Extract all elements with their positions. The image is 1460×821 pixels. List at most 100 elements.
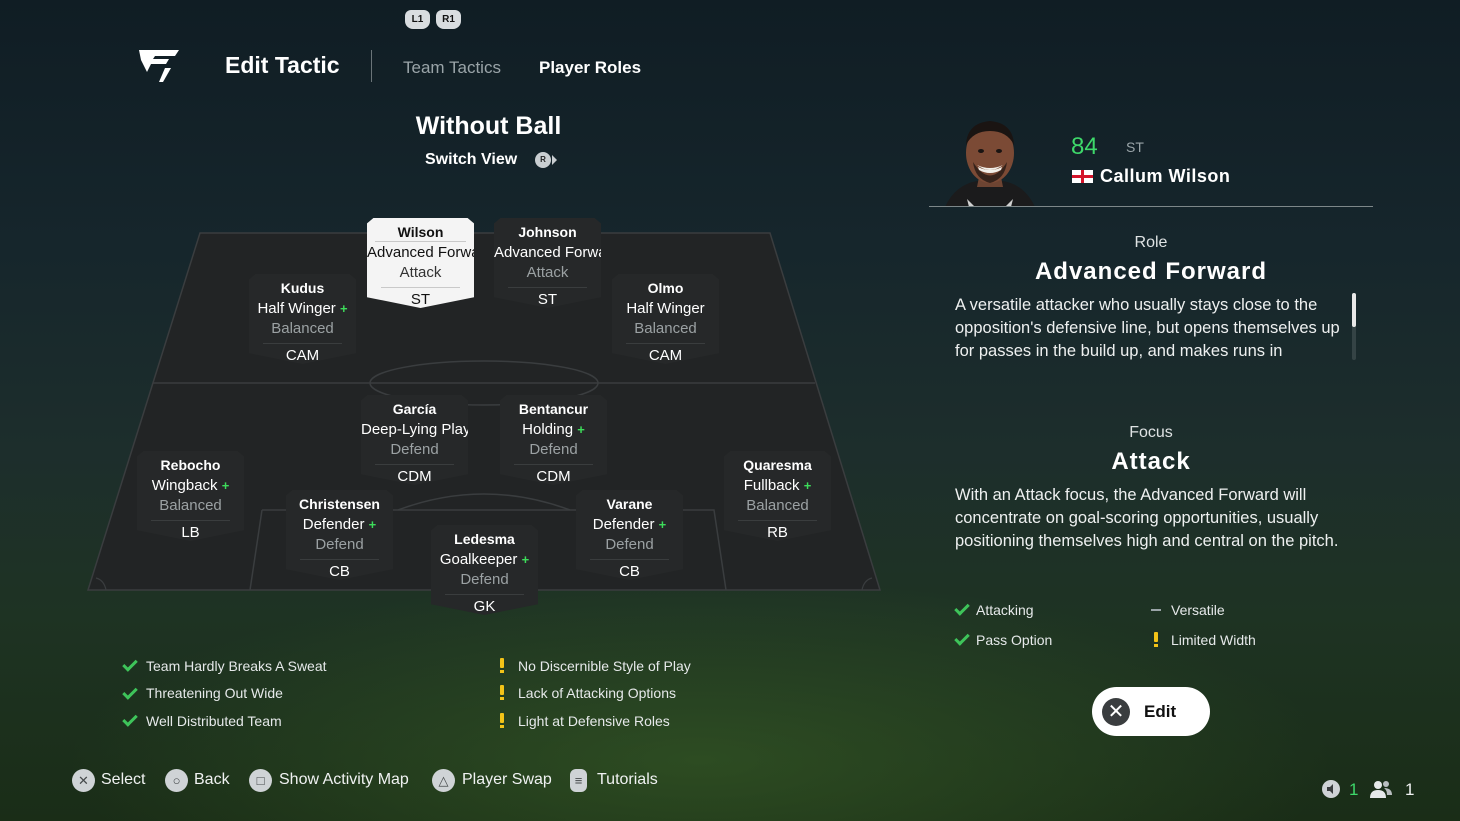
player-card[interactable]: Bentancur Holding + Defend CDM [500, 395, 607, 485]
player-name: Ledesma [454, 531, 515, 547]
tutorials-hint[interactable]: Tutorials [597, 771, 658, 789]
player-role: Advanced Forward [367, 244, 474, 261]
player-position: GK [445, 594, 524, 615]
player-role: Fullback [743, 477, 800, 494]
player-focus: Attack [399, 264, 442, 281]
player-focus: Defend [529, 441, 578, 458]
chemistry-plus-icon: + [368, 517, 377, 532]
focus-description: With an Attack focus, the Advanced Forwa… [955, 486, 1339, 550]
player-role: Defender [302, 516, 365, 533]
player-card[interactable]: Rebocho Wingback + Balanced LB [137, 451, 244, 541]
player-card[interactable]: Kudus Half Winger + Balanced CAM [249, 274, 356, 364]
check-icon [122, 684, 138, 700]
player-name: Kudus [280, 280, 325, 296]
player-portrait [945, 121, 1035, 207]
check-icon [122, 711, 138, 727]
player-focus: Defend [390, 441, 439, 458]
player-position: CDM [375, 464, 454, 485]
square-button-icon: □ [249, 769, 272, 792]
party-count: 1 [1405, 780, 1415, 799]
player-card[interactable]: Quaresma Fullback + Balanced RB [724, 451, 831, 541]
player-position: CDM [514, 464, 593, 485]
player-card[interactable]: Olmo Half Winger Balanced CAM [612, 274, 719, 364]
role-description: A versatile attacker who usually stays c… [955, 296, 1340, 360]
cross-button-icon: ✕ [1102, 698, 1130, 726]
player-role: Goalkeeper [439, 551, 518, 568]
player-role: Holding [522, 421, 574, 438]
switch-view-label[interactable]: Switch View [425, 151, 517, 169]
role-label: Role [1134, 234, 1168, 251]
role-value: Advanced Forward [1034, 258, 1268, 285]
warning-icon [500, 713, 504, 728]
player-position: LB [151, 520, 230, 541]
voice-count: 1 [1349, 780, 1359, 799]
description-scrollbar[interactable] [1352, 293, 1356, 327]
player-focus: Defend [460, 571, 509, 588]
player-focus: Defend [605, 536, 654, 553]
show-activity-map-hint[interactable]: Show Activity Map [279, 771, 409, 789]
chemistry-plus-icon: + [803, 478, 812, 493]
warning-icon [500, 658, 504, 673]
chemistry-positive: Team Hardly Breaks A Sweat [146, 658, 327, 674]
chemistry-plus-icon: + [221, 478, 230, 493]
select-hint[interactable]: Select [101, 771, 145, 789]
edit-button-label: Edit [1144, 702, 1177, 721]
player-role: Wingback [151, 477, 218, 494]
player-position: CB [300, 559, 379, 580]
tab-player-roles[interactable]: Player Roles [539, 58, 641, 78]
player-card[interactable]: Christensen Defender + Defend CB [286, 490, 393, 580]
attribute-item: Limited Width [1171, 632, 1256, 648]
cross-button-icon: ✕ [72, 769, 95, 792]
england-flag-icon [1072, 170, 1093, 183]
player-focus: Defend [315, 536, 364, 553]
player-role: Defender [592, 516, 655, 533]
player-name: Varane [606, 496, 653, 512]
player-name: Rebocho [160, 457, 221, 473]
selected-player-name: Callum Wilson [1100, 166, 1231, 186]
player-name: Quaresma [743, 457, 812, 473]
edit-button[interactable]: ✕ Edit [1092, 687, 1210, 736]
party-icon [1370, 781, 1392, 798]
touchpad-button-icon: ≡ [570, 769, 587, 792]
player-card[interactable]: Ledesma Goalkeeper + Defend GK [431, 525, 538, 615]
player-position-label: ST [1126, 139, 1144, 155]
player-name: García [392, 401, 437, 417]
check-icon [122, 656, 138, 672]
attribute-item: Versatile [1171, 602, 1225, 618]
player-focus: Balanced [634, 320, 697, 337]
player-role: Deep-Lying Playmaker [361, 421, 468, 438]
player-name: Christensen [299, 496, 380, 512]
tab-team-tactics[interactable]: Team Tactics [403, 58, 501, 78]
r1-button-icon[interactable]: R1 [436, 10, 461, 29]
attribute-item: Pass Option [976, 632, 1053, 648]
warning-icon [1154, 632, 1158, 647]
r-stick-icon[interactable]: R [535, 152, 551, 168]
back-hint[interactable]: Back [194, 771, 230, 789]
player-position: RB [738, 520, 817, 541]
check-icon [954, 600, 970, 616]
player-position: ST [508, 287, 587, 308]
player-role: Half Winger [626, 300, 705, 317]
player-role: Advanced Forward [494, 244, 601, 261]
speaker-icon [1322, 780, 1340, 798]
player-name: Johnson [518, 224, 577, 240]
chemistry-plus-icon: + [577, 422, 585, 437]
player-card[interactable]: García Deep-Lying Playmaker + Defend CDM [361, 395, 468, 485]
player-focus: Attack [526, 264, 569, 281]
player-card[interactable]: Wilson Advanced Forward Attack ST [367, 218, 474, 308]
focus-value: Attack [1111, 448, 1191, 475]
view-title: Without Ball [415, 112, 562, 140]
check-icon [954, 630, 970, 646]
player-focus: Balanced [271, 320, 334, 337]
player-card[interactable]: Varane Defender + Defend CB [576, 490, 683, 580]
player-card[interactable]: Johnson Advanced Forward Attack ST [494, 218, 601, 308]
player-swap-hint[interactable]: Player Swap [462, 771, 552, 789]
chemistry-positive: Well Distributed Team [146, 713, 282, 729]
player-role: Half Winger [257, 300, 336, 317]
player-focus: Balanced [159, 497, 222, 514]
player-name: Bentancur [518, 401, 589, 417]
chemistry-warning: No Discernible Style of Play [518, 658, 691, 674]
l1-button-icon[interactable]: L1 [405, 10, 430, 29]
focus-label: Focus [1129, 424, 1173, 441]
player-focus: Balanced [746, 497, 809, 514]
